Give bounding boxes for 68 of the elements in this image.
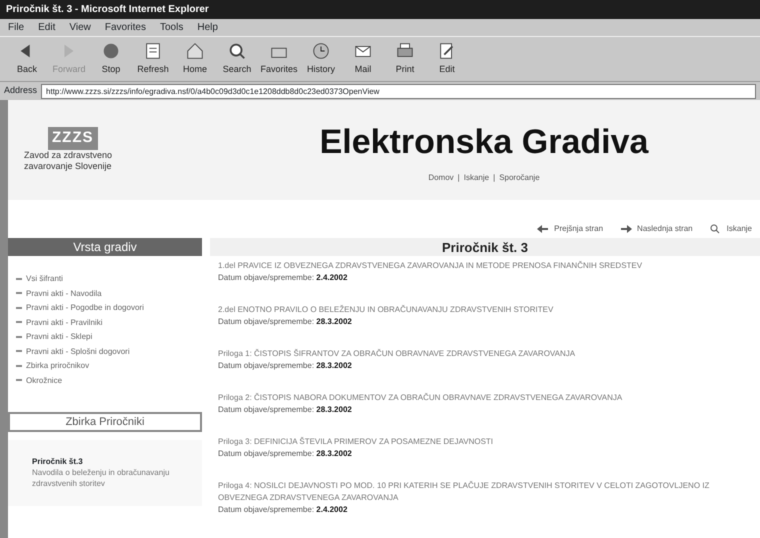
bullet-icon [16, 319, 24, 326]
document-date: Datum objave/spremembe: 28.3.2002 [218, 448, 353, 460]
toolbar-button[interactable]: Back [6, 41, 48, 77]
sidebar-link[interactable]: Pravni akti - Pravilniki [16, 316, 194, 330]
sidebar-heading: Vrsta gradiv [8, 238, 202, 256]
search-icon [227, 41, 247, 62]
menu-item[interactable]: Edit [38, 20, 56, 35]
document-link[interactable]: 2.del ENOTNO PRAVILO O BELEŽENJU IN OBRAČUNAVANJU ZDRAVSTVENIH STORITEV [218, 304, 752, 316]
logo: ZZZS [48, 127, 98, 150]
nav-link[interactable]: Naslednja stran [619, 223, 693, 235]
document-date: Datum objave/spremembe: 2.4.2002 [218, 504, 348, 516]
house-icon [185, 41, 205, 62]
bullet-icon [16, 348, 24, 354]
sidebar-link[interactable]: Zbirka priročnikov [16, 359, 194, 374]
header-link[interactable]: Domov [428, 172, 454, 184]
menu-item[interactable]: Tools [160, 20, 184, 35]
toolbar-button[interactable]: History [300, 41, 342, 77]
toolbar-button[interactable]: Stop [90, 41, 132, 77]
nav-link[interactable]: Prejšnja stran [536, 223, 604, 235]
toolbar-button[interactable]: Search [216, 41, 258, 77]
bullet-icon [16, 334, 24, 340]
clock-icon [311, 41, 331, 62]
address-label: Address [4, 84, 38, 98]
toolbar-button[interactable]: Print [384, 41, 426, 77]
bullet-icon [16, 290, 24, 296]
menu-item[interactable]: View [69, 20, 91, 35]
address-field[interactable]: http://www.zzzs.si/zzzs/info/egradiva.nsf/0/a4b0c09d3d0c1e1208ddb8d0c23ed0373OpenView [41, 84, 756, 98]
window-title: Priročnik št. 3 - Microsoft Internet Explorer [0, 0, 760, 19]
toolbar-button[interactable]: Edit [426, 41, 468, 77]
bullet-icon [16, 304, 24, 311]
sidebar-link[interactable]: Pravni akti - Splošni dogovori [16, 344, 194, 359]
bullet-icon [16, 377, 24, 384]
document-date: Datum objave/spremembe: 2.4.2002 [218, 272, 348, 284]
document-date: Datum objave/spremembe: 28.3.2002 [218, 316, 353, 328]
site-title: Elektronska Gradiva [320, 122, 648, 162]
bullet-icon [16, 362, 24, 369]
menu-item[interactable]: Favorites [104, 20, 146, 35]
sidebar-link[interactable]: Okrožnice [16, 374, 194, 388]
toolbar-button[interactable]: Home [174, 41, 216, 77]
sidebar-link[interactable]: Pravni akti - Sklepi [16, 330, 194, 344]
document-link[interactable]: Priloga 4: NOSILCI DEJAVNOSTI PO MOD. 10 PRI KATERIH SE PLAČUJE ZDRAVSTVENIH STORITEV V CELOTI ZAGOTOVLJENO IZ OBVEZNEGA ZDRAVSTVENEGA ZAVAROVANJA [218, 480, 752, 504]
current-manual-title: Priročnik št.3 [32, 456, 84, 468]
menu-item[interactable]: File [8, 20, 24, 35]
document-link[interactable]: Priloga 2: ČISTOPIS NABORA DOKUMENTOV ZA OBRAČUN OBRAVNAVE ZDRAVSTVENEGA ZAVAROVANJA [218, 392, 752, 404]
menu-item[interactable]: Help [197, 20, 218, 35]
sidebar-link[interactable]: Pravni akti - Pogodbe in dogovori [16, 301, 194, 316]
document-date: Datum objave/spremembe: 28.3.2002 [218, 404, 353, 416]
document-link[interactable]: 1.del PRAVICE IZ OBVEZNEGA ZDRAVSTVENEGA ZAVAROVANJA IN METODE PRENOSA FINANČNIH SREDSTEV [218, 260, 752, 272]
sidebar-link[interactable]: Vsi šifranti [16, 272, 194, 286]
header-link[interactable]: Iskanje [464, 172, 490, 184]
page-heading: Priročnik št. 3 [210, 238, 760, 256]
toolbar-button[interactable]: Favorites [258, 41, 300, 77]
toolbar-button[interactable]: Refresh [132, 41, 174, 77]
page-icon [143, 41, 163, 62]
document-date: Datum objave/spremembe: 28.3.2002 [218, 360, 353, 372]
document-link[interactable]: Priloga 1: ČISTOPIS ŠIFRANTOV ZA OBRAČUN OBRAVNAVE ZDRAVSTVENEGA ZAVAROVANJA [218, 348, 752, 360]
organization-name: Zavod za zdravstveno [24, 150, 112, 162]
document-link[interactable]: Priloga 3: DEFINICIJA ŠTEVILA PRIMEROV ZA POSAMEZNE DEJAVNOSTI [218, 436, 752, 448]
nav-link[interactable]: Iskanje [708, 223, 752, 235]
separator: | [458, 172, 460, 184]
sidebar-link[interactable]: Pravni akti - Navodila [16, 286, 194, 301]
header-link[interactable]: Sporočanje [499, 172, 540, 184]
sidebar-box-heading: Zbirka Priročniki [8, 412, 202, 432]
toolbar-button[interactable]: Mail [342, 41, 384, 77]
separator: | [493, 172, 496, 184]
bullet-icon [16, 276, 24, 282]
organization-name: zavarovanje Slovenije [24, 161, 112, 173]
current-manual-description: Navodila o beleženju in obračunavanju zdravstvenih storitev [32, 467, 170, 490]
